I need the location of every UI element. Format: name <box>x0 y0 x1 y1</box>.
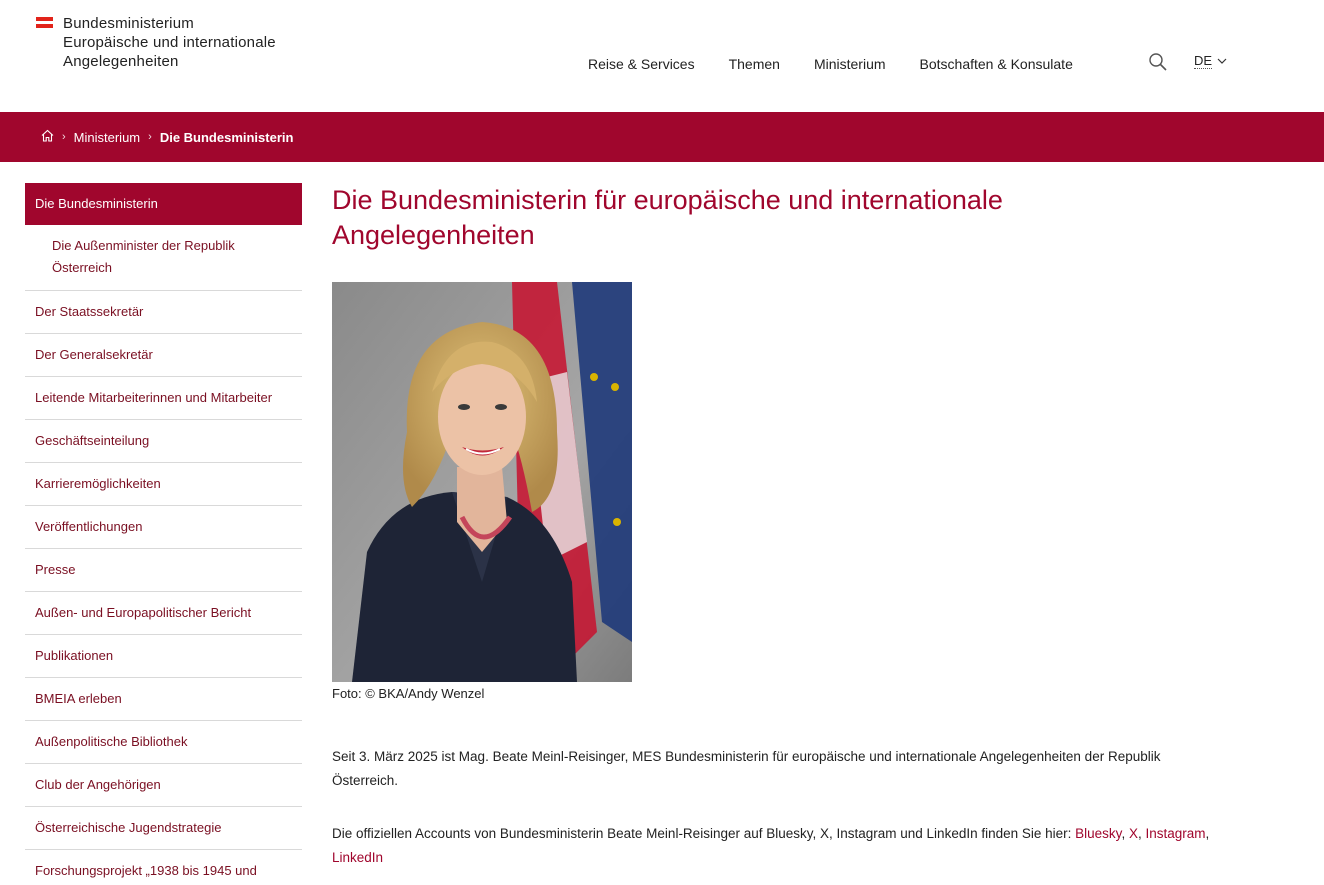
sidebar-item-generalsekretaer[interactable]: Der Generalsekretär <box>25 334 302 377</box>
site-header: Bundesministerium Europäische und intern… <box>0 0 1324 112</box>
minister-portrait <box>332 282 632 682</box>
logo-line-3: Angelegenheiten <box>63 53 179 70</box>
sidebar-item-presse[interactable]: Presse <box>25 549 302 592</box>
link-instagram[interactable]: Instagram <box>1145 826 1205 841</box>
breadcrumb: › Ministerium › Die Bundesministerin <box>0 112 1324 162</box>
breadcrumb-ministerium[interactable]: Ministerium <box>74 130 140 145</box>
language-selector[interactable]: DE <box>1194 53 1227 69</box>
austrian-flag-icon <box>36 17 53 29</box>
logo-line-1: Bundesministerium <box>63 15 194 32</box>
main-nav: Reise & Services Themen Ministerium Bots… <box>588 56 1107 72</box>
sidebar-item-aussenminister[interactable]: Die Außenminister der Republik Österreic… <box>25 225 302 291</box>
sidebar-item-bundesministerin[interactable]: Die Bundesministerin <box>25 183 302 225</box>
page-title: Die Bundesministerin für europäische und… <box>332 185 1003 250</box>
home-icon[interactable] <box>41 129 54 145</box>
link-x[interactable]: X <box>1129 826 1138 841</box>
link-bluesky[interactable]: Bluesky <box>1075 826 1121 841</box>
sidebar-item-bibliothek[interactable]: Außenpolitische Bibliothek <box>25 721 302 764</box>
logo-line-2: Europäische und internationale <box>63 34 276 51</box>
accounts-text: Die offiziellen Accounts von Bundesminis… <box>332 826 1076 841</box>
nav-reise-services[interactable]: Reise & Services <box>588 56 695 72</box>
intro-paragraph: Seit 3. März 2025 ist Mag. Beate Meinl-R… <box>332 749 1161 788</box>
sidebar-item-publikationen[interactable]: Publikationen <box>25 635 302 678</box>
nav-themen[interactable]: Themen <box>729 56 780 72</box>
breadcrumb-current: Die Bundesministerin <box>159 129 294 145</box>
sidebar-item-staatssekretaer[interactable]: Der Staatssekretär <box>25 291 302 334</box>
sidebar-item-leitende-mitarbeiter[interactable]: Leitende Mitarbeiterinnen und Mitarbeite… <box>25 377 302 420</box>
sidebar-item-club[interactable]: Club der Angehörigen <box>25 764 302 807</box>
photo-caption: Foto: © BKA/Andy Wenzel <box>332 686 485 701</box>
main-content: Die Bundesministerin für europäische und… <box>332 183 1232 865</box>
logo-text: Bundesministerium Europäische und intern… <box>63 14 276 71</box>
sidebar-item-bericht[interactable]: Außen- und Europapolitischer Bericht <box>25 592 302 635</box>
chevron-right-icon: › <box>62 131 66 143</box>
chevron-down-icon <box>1217 58 1227 64</box>
nav-ministerium[interactable]: Ministerium <box>814 56 886 72</box>
ministry-logo[interactable]: Bundesministerium Europäische und intern… <box>36 14 276 71</box>
link-linkedin[interactable]: LinkedIn <box>332 850 383 865</box>
sidebar-item-jugendstrategie[interactable]: Österreichische Jugendstrategie <box>25 807 302 850</box>
sidebar-item-geschaeftseinteilung[interactable]: Geschäftseinteilung <box>25 420 302 463</box>
sidebar-item-forschungsprojekt[interactable]: Forschungsprojekt „1938 bis 1945 und <box>25 850 302 885</box>
sidebar-item-bmeia-erleben[interactable]: BMEIA erleben <box>25 678 302 721</box>
link-separator: , <box>1205 826 1210 841</box>
sidebar-nav: Die Bundesministerin Die Außenminister d… <box>25 183 302 885</box>
link-separator: , <box>1121 826 1129 841</box>
accounts-paragraph: Die offiziellen Accounts von Bundesminis… <box>332 822 1212 870</box>
chevron-right-icon: › <box>148 131 152 143</box>
language-code: DE <box>1194 53 1213 69</box>
nav-botschaften-konsulate[interactable]: Botschaften & Konsulate <box>920 56 1073 72</box>
search-icon[interactable] <box>1148 52 1168 72</box>
sidebar-item-veroeffentlichungen[interactable]: Veröffentlichungen <box>25 506 302 549</box>
sidebar-item-karriere[interactable]: Karrieremöglichkeiten <box>25 463 302 506</box>
